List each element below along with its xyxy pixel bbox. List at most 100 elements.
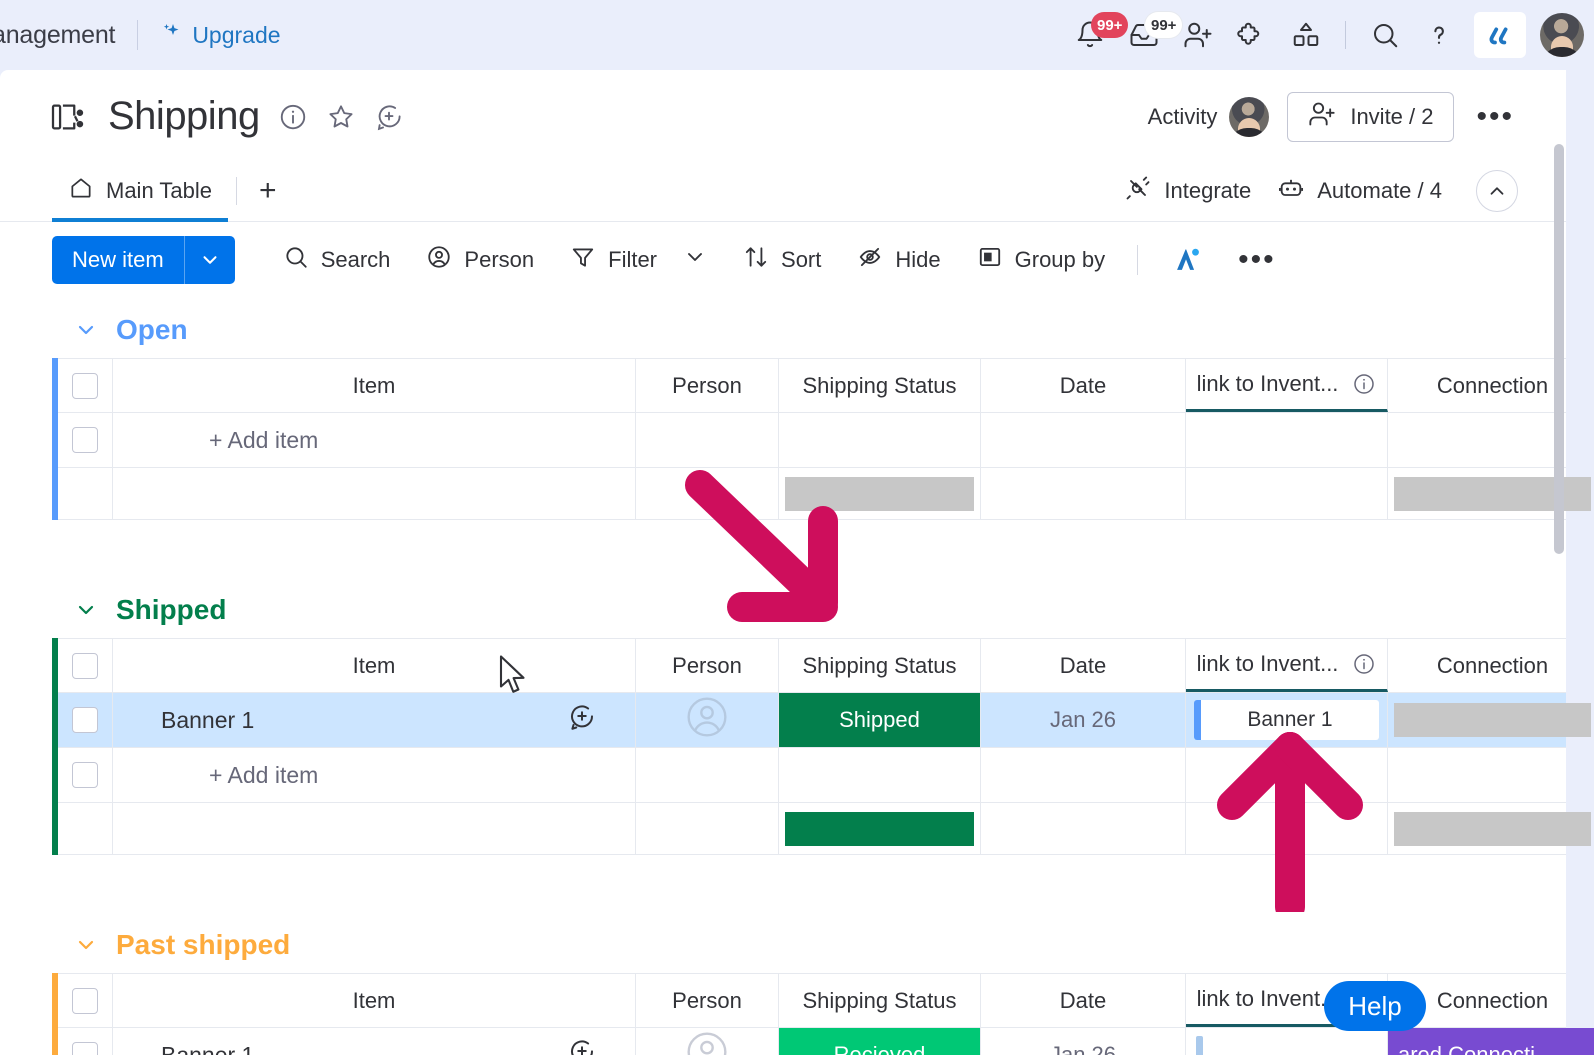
select-all-checkbox[interactable] xyxy=(72,372,98,399)
column-header-link-to-inventory[interactable]: link to Invent... xyxy=(1186,639,1388,692)
column-header-shipping-status[interactable]: Shipping Status xyxy=(779,359,981,412)
add-item-checkbox-cell xyxy=(58,748,113,802)
add-item-row[interactable]: + Add item xyxy=(58,748,1566,803)
chevron-down-icon[interactable] xyxy=(74,318,98,342)
column-header-item[interactable]: Item xyxy=(113,639,636,692)
add-comment-icon[interactable] xyxy=(567,1037,597,1055)
row-link-cell[interactable]: Banner 1 xyxy=(1186,693,1388,747)
monday-logo-icon[interactable] xyxy=(1474,12,1526,58)
top-bar-right: 99+ 99+ xyxy=(1065,0,1584,70)
tab-main-table[interactable]: Main Table xyxy=(52,160,228,222)
add-item-row[interactable]: + Add item xyxy=(58,413,1566,468)
board-more-menu-button[interactable]: ••• xyxy=(1472,100,1518,134)
toolbar-more-menu-button[interactable]: ••• xyxy=(1234,243,1280,277)
column-header-connection[interactable]: Connection xyxy=(1388,639,1594,692)
column-header-shipping-status[interactable]: Shipping Status xyxy=(779,974,981,1027)
info-circle-icon[interactable] xyxy=(1352,372,1376,396)
add-item-checkbox[interactable] xyxy=(72,427,98,453)
chevron-up-icon[interactable] xyxy=(1476,170,1518,212)
add-item-label[interactable]: + Add item xyxy=(161,762,318,789)
row-date-value: Jan 26 xyxy=(1049,1042,1117,1055)
marketplace-icon[interactable] xyxy=(1281,10,1331,60)
table-row[interactable]: Banner 1 Recieved Jan 26 - ared Connecti xyxy=(58,1028,1594,1055)
inbox-icon[interactable]: 99+ xyxy=(1119,10,1183,60)
column-header-link-to-inventory[interactable]: link to Invent... xyxy=(1186,359,1388,412)
toolbar-hide-button[interactable]: Hide xyxy=(839,236,958,284)
select-all-checkbox[interactable] xyxy=(72,987,98,1014)
row-connection-cell[interactable] xyxy=(1388,693,1594,747)
user-avatar[interactable] xyxy=(1540,13,1584,57)
row-item-name: Banner 1 xyxy=(161,706,255,733)
filter-chevron-down-icon[interactable] xyxy=(683,245,707,275)
summary-spacer xyxy=(58,468,113,519)
table-row[interactable]: Banner 1 Shipped Jan 26 Banner 1 xyxy=(58,693,1591,748)
column-header-item[interactable]: Item xyxy=(113,359,636,412)
row-item-cell[interactable]: Banner 1 xyxy=(113,1028,636,1055)
group-shipped-table: Item Person Shipping Status Date link to… xyxy=(52,638,1591,855)
row-date-cell[interactable]: Jan 26 xyxy=(981,1028,1186,1055)
top-bar-divider-2 xyxy=(1345,21,1346,49)
help-question-icon[interactable] xyxy=(1414,10,1464,60)
toolbar-group-by-button[interactable]: Group by xyxy=(959,236,1124,284)
invite-button[interactable]: Invite / 2 xyxy=(1287,92,1455,142)
info-circle-icon[interactable] xyxy=(1352,652,1376,676)
column-header-date[interactable]: Date xyxy=(981,974,1186,1027)
chevron-down-icon[interactable] xyxy=(185,236,235,284)
row-person-cell[interactable] xyxy=(636,693,779,747)
ai-assistant-icon[interactable] xyxy=(1152,236,1222,284)
column-header-date[interactable]: Date xyxy=(981,359,1186,412)
group-shipped-header[interactable]: Shipped xyxy=(52,578,1566,638)
linked-item-chip[interactable]: Banner 1 xyxy=(1194,700,1379,740)
row-item-name: Banner 1 xyxy=(161,1041,255,1055)
info-circle-icon[interactable] xyxy=(278,102,308,132)
column-header-date[interactable]: Date xyxy=(981,639,1186,692)
add-comment-icon[interactable] xyxy=(374,102,404,132)
toolbar-sort-button[interactable]: Sort xyxy=(725,236,839,284)
row-connection-cell[interactable]: ared Connecti xyxy=(1388,1028,1594,1055)
add-item-label[interactable]: + Add item xyxy=(161,427,318,454)
row-status-cell[interactable]: Recieved xyxy=(779,1028,981,1055)
search-icon[interactable] xyxy=(1360,10,1410,60)
group-shipped-summary-row xyxy=(58,803,1591,855)
group-open-summary-row xyxy=(58,468,1591,520)
add-item-checkbox[interactable] xyxy=(72,762,98,788)
select-all-checkbox[interactable] xyxy=(72,652,98,679)
column-header-person[interactable]: Person xyxy=(636,974,779,1027)
toolbar-search-button[interactable]: Search xyxy=(265,236,409,284)
integrate-button[interactable]: Integrate xyxy=(1124,174,1251,208)
automate-button[interactable]: Automate / 4 xyxy=(1277,174,1442,208)
add-item-status-cell xyxy=(779,748,981,802)
row-link-cell[interactable]: - xyxy=(1186,1028,1388,1055)
group-open-header[interactable]: Open xyxy=(52,298,1566,358)
row-status-cell[interactable]: Shipped xyxy=(779,693,981,747)
row-link-empty[interactable]: - xyxy=(1186,1028,1387,1055)
vertical-scrollbar[interactable] xyxy=(1554,144,1564,554)
activity-button[interactable]: Activity xyxy=(1148,97,1270,137)
board-toolbar: New item Search Person Filter Sort Hide … xyxy=(0,222,1566,298)
toolbar-filter-button[interactable]: Filter xyxy=(552,236,725,284)
row-date-cell[interactable]: Jan 26 xyxy=(981,693,1186,747)
column-header-person[interactable]: Person xyxy=(636,359,779,412)
group-past-shipped-header[interactable]: Past shipped xyxy=(52,913,1566,973)
column-header-item[interactable]: Item xyxy=(113,974,636,1027)
new-item-label: New item xyxy=(72,247,164,272)
favorite-star-icon[interactable] xyxy=(326,102,356,132)
notifications-bell-icon[interactable]: 99+ xyxy=(1065,10,1129,60)
row-item-cell[interactable]: Banner 1 xyxy=(113,693,636,747)
chevron-down-icon[interactable] xyxy=(74,933,98,957)
row-checkbox[interactable] xyxy=(72,707,98,733)
upgrade-button[interactable]: Upgrade xyxy=(160,21,281,49)
row-person-cell[interactable] xyxy=(636,1028,779,1055)
add-comment-icon[interactable] xyxy=(567,702,597,738)
invite-members-icon[interactable] xyxy=(1173,10,1223,60)
add-view-button[interactable]: + xyxy=(245,176,291,206)
column-header-person[interactable]: Person xyxy=(636,639,779,692)
toolbar-person-button[interactable]: Person xyxy=(408,236,552,284)
top-bar-left: anagement Upgrade xyxy=(0,0,281,70)
apps-puzzle-icon[interactable] xyxy=(1227,10,1277,60)
column-header-shipping-status[interactable]: Shipping Status xyxy=(779,639,981,692)
new-item-button[interactable]: New item xyxy=(52,236,235,284)
row-checkbox[interactable] xyxy=(72,1042,98,1055)
chevron-down-icon[interactable] xyxy=(74,598,98,622)
help-button[interactable]: Help xyxy=(1324,981,1426,1031)
